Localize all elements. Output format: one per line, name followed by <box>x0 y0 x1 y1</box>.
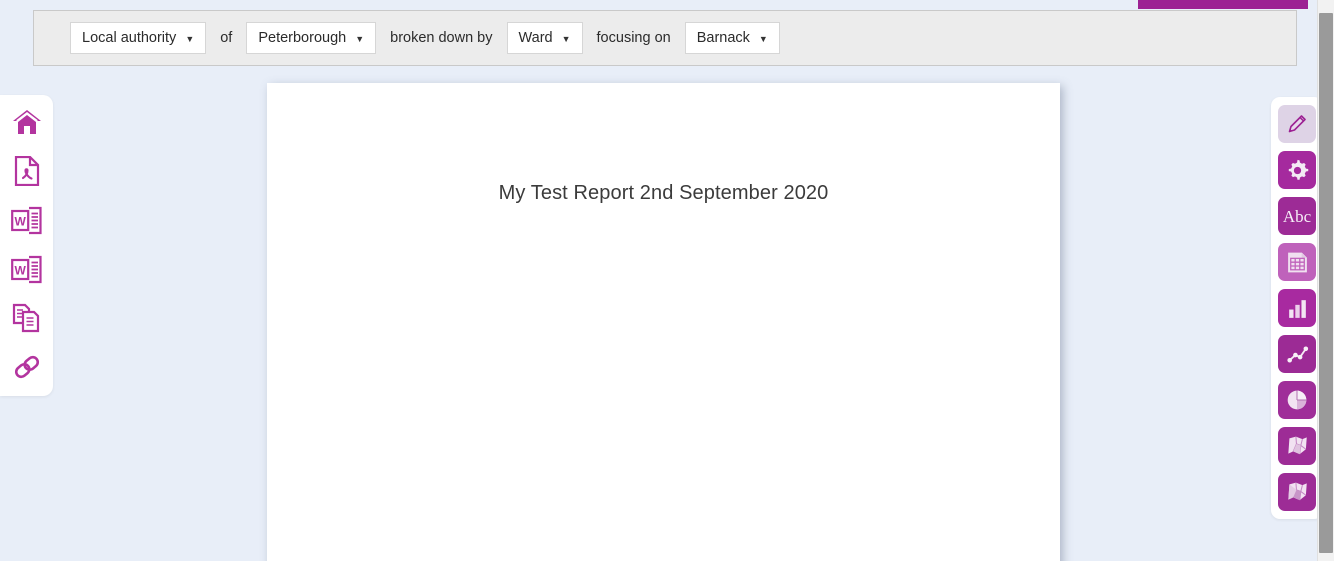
report-builder-app: Local authority ▼ of Peterborough ▼ brok… <box>0 0 1334 561</box>
tool-settings[interactable] <box>1278 151 1316 189</box>
pencil-icon <box>1285 112 1309 136</box>
left-toolbar: W W <box>0 95 53 396</box>
sidebar-item-export-word[interactable]: W <box>10 203 44 237</box>
word-export-alt-icon: W <box>11 255 42 284</box>
copy-icon <box>12 303 42 333</box>
scope-select[interactable]: Local authority ▼ <box>70 22 207 54</box>
focus-select[interactable]: Barnack ▼ <box>684 22 780 54</box>
map-icon <box>1284 433 1310 459</box>
tool-edit-text[interactable] <box>1278 105 1316 143</box>
pie-chart-icon <box>1284 387 1310 413</box>
focus-select-value: Barnack <box>696 30 750 46</box>
tool-add-bar-chart[interactable] <box>1278 289 1316 327</box>
chevron-down-icon: ▼ <box>185 33 195 44</box>
abc-text-icon: Abc <box>1278 197 1316 235</box>
pdf-export-icon <box>14 156 40 186</box>
link-icon <box>12 352 42 382</box>
breakdown-select[interactable]: Ward ▼ <box>506 22 583 54</box>
sidebar-item-export-pdf[interactable] <box>10 154 44 188</box>
tool-add-choropleth-map[interactable] <box>1278 473 1316 511</box>
table-icon <box>1285 250 1310 275</box>
chevron-down-icon: ▼ <box>758 33 768 44</box>
page-scrollbar-thumb[interactable] <box>1319 13 1333 553</box>
tool-add-text[interactable]: Abc <box>1278 197 1316 235</box>
abc-glyph: Abc <box>1282 206 1312 226</box>
sidebar-item-duplicate[interactable] <box>10 301 44 335</box>
label-focusing-on: focusing on <box>596 30 671 46</box>
scope-select-value: Local authority <box>82 30 177 46</box>
tool-add-map[interactable] <box>1278 427 1316 465</box>
home-icon <box>12 108 42 136</box>
gear-icon <box>1285 158 1310 183</box>
area-select-value: Peterborough <box>258 30 347 46</box>
word-export-icon: W <box>11 206 42 235</box>
bar-chart-icon <box>1285 296 1310 321</box>
report-page[interactable]: My Test Report 2nd September 2020 <box>267 83 1060 561</box>
svg-text:W: W <box>15 263 27 277</box>
area-select[interactable]: Peterborough ▼ <box>246 22 377 54</box>
map-alt-icon <box>1284 479 1310 505</box>
chevron-down-icon: ▼ <box>561 33 571 44</box>
line-chart-icon <box>1285 342 1310 367</box>
label-of: of <box>220 30 233 46</box>
tool-add-pie-chart[interactable] <box>1278 381 1316 419</box>
svg-text:W: W <box>15 214 27 228</box>
page-scrollbar[interactable] <box>1317 0 1334 561</box>
report-title[interactable]: My Test Report 2nd September 2020 <box>267 182 1060 205</box>
top-accent-bar <box>1138 0 1308 9</box>
tool-add-line-chart[interactable] <box>1278 335 1316 373</box>
filter-toolbar: Local authority ▼ of Peterborough ▼ brok… <box>33 10 1297 66</box>
tool-add-table[interactable] <box>1278 243 1316 281</box>
sidebar-item-export-word-alt[interactable]: W <box>10 252 44 286</box>
breakdown-select-value: Ward <box>518 30 553 46</box>
right-toolbar: Abc <box>1271 97 1323 519</box>
sidebar-item-share-link[interactable] <box>10 350 44 384</box>
chevron-down-icon: ▼ <box>355 33 365 44</box>
sidebar-item-home[interactable] <box>10 105 44 139</box>
label-broken-down-by: broken down by <box>390 30 493 46</box>
